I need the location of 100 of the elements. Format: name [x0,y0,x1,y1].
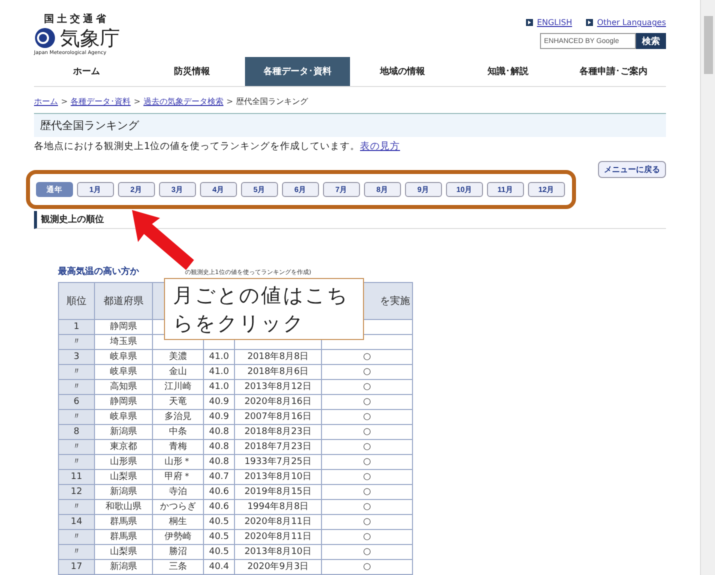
table-cell: 東京都 [94,440,152,454]
table-cell: 勝沼 [152,544,204,560]
table-cell: 静岡県 [94,394,152,410]
table-cell: 新潟県 [94,424,152,440]
nav-tab[interactable]: 地域の情報 [350,57,456,86]
nav-tab[interactable]: 知識･解説 [455,57,561,86]
table-cell: 美濃 [152,350,204,364]
table-cell: 青梅 [152,440,204,454]
table-cell: 桐生 [152,514,204,530]
table-cell: 40.9 [204,394,234,410]
breadcrumb-separator: > [226,97,234,106]
table-cell: 2013年8月10日 [234,544,322,560]
table-cell: 2013年8月10日 [234,470,322,484]
rank-cell: 〃 [58,364,94,380]
table-cell: 41.0 [204,380,234,394]
table-cell: ○ [322,440,412,454]
breadcrumb-link[interactable]: 各種データ･資料 [70,96,131,107]
table-caption: 最高気温の高い方か [58,265,139,278]
table-cell: 41.0 [204,350,234,364]
table-cell: 伊勢崎 [152,530,204,544]
table-cell: 40.8 [204,440,234,454]
table-cell: 40.8 [204,424,234,440]
table-cell: 2013年8月12日 [234,380,322,394]
rank-cell: 〃 [58,410,94,424]
rank-cell: 6 [58,394,94,410]
rank-cell: 〃 [58,530,94,544]
table-cell: 高知県 [94,380,152,394]
rank-cell: 〃 [58,544,94,560]
nav-tab[interactable]: 防災情報 [139,57,245,86]
table-cell: ○ [322,560,412,574]
breadcrumb-separator: > [61,97,68,106]
table-cell: 山形＊ [152,454,204,470]
nav-tab[interactable]: 各種データ･資料 [244,57,350,86]
table-cell: 2020年8月11日 [234,530,322,544]
table-cell: ○ [322,544,412,560]
table-cell: 山梨県 [94,544,152,560]
breadcrumb-current: 歴代全国ランキング [236,96,308,107]
table-cell: ○ [322,364,412,380]
link-bullet-icon [526,19,533,26]
table-cell: 1994年8月8日 [234,500,322,514]
table-cell: 新潟県 [94,484,152,500]
table-cell: ○ [322,514,412,530]
table-guide-link[interactable]: 表の見方 [360,141,400,152]
rank-cell: 14 [58,514,94,530]
nav-tab[interactable]: 各種申請･ご案内 [560,57,666,86]
table-cell: ○ [322,394,412,410]
table-cell: かつらぎ [152,500,204,514]
language-link[interactable]: ENGLISH [536,18,572,27]
table-cell: 2020年8月11日 [234,514,322,530]
table-cell: 2018年7月23日 [234,440,322,454]
column-header: 順位 [58,282,94,320]
breadcrumb-link[interactable]: 過去の気象データ検索 [143,96,224,107]
language-link[interactable]: Other Languages [597,18,666,27]
table-cell: 山梨県 [94,470,152,484]
table-cell: 和歌山県 [94,500,152,514]
rank-cell: 1 [58,320,94,334]
table-cell: 群馬県 [94,530,152,544]
table-cell: 山形県 [94,454,152,470]
table-cell: 2020年8月16日 [234,394,322,410]
table-cell: 40.5 [204,544,234,560]
table-cell: 甲府＊ [152,470,204,484]
rank-cell: 17 [58,560,94,574]
scrollbar[interactable] [704,16,712,74]
column-header: 都道府県 [94,282,152,320]
search-button[interactable]: 検索 [636,33,666,49]
table-cell: 岐阜県 [94,410,152,424]
callout-note: 月ごとの値はこちらをクリック [164,278,364,340]
table-cell: ○ [322,484,412,500]
table-cell: ○ [322,500,412,514]
rank-cell: 11 [58,470,94,484]
rank-cell: 3 [58,350,94,364]
table-cell: 2007年8月16日 [234,410,322,424]
table-cell: 群馬県 [94,514,152,530]
rank-cell: 8 [58,424,94,440]
nav-tab[interactable]: ホーム [34,57,140,86]
table-cell: 新潟県 [94,560,152,574]
page-title: 歴代全国ランキング [34,113,666,137]
table-cell: 40.7 [204,470,234,484]
table-cell: ○ [322,470,412,484]
breadcrumb-separator: > [134,97,140,106]
ministry-name: 国土交通省 [44,12,109,26]
table-cell: 岐阜県 [94,350,152,364]
rank-cell: 〃 [58,500,94,514]
agency-logo-icon [34,27,56,49]
table-cell: 多治見 [152,410,204,424]
table-cell: 41.0 [204,364,234,380]
table-cell: 静岡県 [94,320,152,334]
rank-cell: 〃 [58,380,94,394]
table-cell: 寺泊 [152,484,204,500]
rank-cell: 〃 [58,334,94,350]
table-cell: 江川崎 [152,380,204,394]
table-cell: 三条 [152,560,204,574]
rank-cell: 〃 [58,454,94,470]
table-cell: ○ [322,410,412,424]
table-cell: ○ [322,530,412,544]
table-cell: ○ [322,380,412,394]
back-to-menu-button[interactable]: メニューに戻る [598,161,666,178]
table-cell: 2018年8月23日 [234,424,322,440]
breadcrumb-link[interactable]: ホーム [34,96,58,107]
table-cell: 40.6 [204,484,234,500]
